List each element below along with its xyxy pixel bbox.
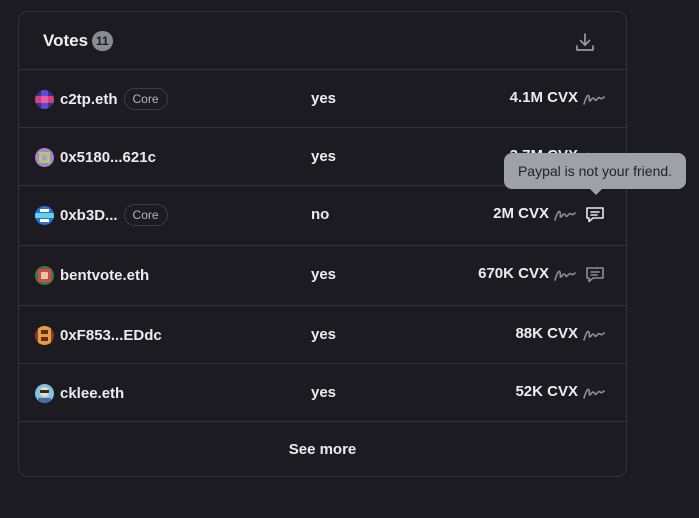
comment-icon[interactable] [585, 266, 605, 284]
avatar [35, 205, 54, 225]
voter-name[interactable]: cklee.eth [60, 385, 124, 402]
voter: 0x5180...621c [35, 145, 156, 169]
download-icon[interactable] [574, 31, 596, 53]
vote-row: cklee.eth yes 52K CVX [19, 364, 626, 422]
comment-icon[interactable] [585, 206, 605, 224]
votes-count-badge: 11 [92, 30, 113, 51]
voting-power: 88K CVX [515, 325, 578, 342]
avatar [35, 147, 54, 167]
avatar [35, 89, 54, 109]
voter: c2tp.eth Core [35, 87, 168, 111]
voter-name[interactable]: bentvote.eth [60, 267, 149, 284]
voter-name[interactable]: 0x5180...621c [60, 149, 156, 166]
tooltip-arrow [589, 188, 603, 195]
votes-card: Votes 11 c2tp.eth Core yes 4.1M CVX 0x51… [18, 11, 627, 477]
voting-power: 2M CVX [493, 205, 549, 222]
vote-choice: yes [311, 326, 337, 343]
voting-power: 4.1M CVX [509, 89, 578, 106]
signature-icon[interactable] [583, 386, 605, 400]
avatar [35, 325, 54, 345]
voter: 0xb3D... Core [35, 203, 168, 227]
voter-name[interactable]: c2tp.eth [60, 91, 118, 108]
vote-choice: yes [311, 266, 337, 283]
vote-row: 0xF853...EDdc yes 88K CVX [19, 306, 626, 364]
voter: 0xF853...EDdc [35, 323, 162, 347]
avatar [35, 265, 54, 285]
signature-icon[interactable] [554, 268, 576, 282]
voter-name[interactable]: 0xF853...EDdc [60, 327, 162, 344]
voter: cklee.eth [35, 381, 124, 405]
voting-power: 52K CVX [515, 383, 578, 400]
vote-choice: yes [311, 148, 337, 165]
voting-power: 670K CVX [478, 265, 549, 282]
vote-choice: yes [311, 90, 337, 107]
vote-row: bentvote.eth yes 670K CVX [19, 246, 626, 306]
signature-icon[interactable] [583, 92, 605, 106]
vote-row: c2tp.eth Core yes 4.1M CVX [19, 70, 626, 128]
vote-choice: yes [311, 384, 337, 401]
vote-row: 0xb3D... Core no 2M CVX [19, 186, 626, 246]
vote-choice: no [311, 206, 330, 223]
core-badge: Core [123, 204, 168, 226]
signature-icon[interactable] [554, 208, 576, 222]
core-badge: Core [123, 88, 168, 110]
see-more-button[interactable]: See more [19, 422, 626, 477]
avatar [35, 383, 54, 403]
comment-tooltip: Paypal is not your friend. [504, 153, 686, 189]
voter-name[interactable]: 0xb3D... [60, 207, 118, 224]
signature-icon[interactable] [583, 328, 605, 342]
voter: bentvote.eth [35, 263, 149, 287]
votes-title: Votes [43, 30, 89, 50]
votes-header: Votes 11 [19, 12, 626, 70]
